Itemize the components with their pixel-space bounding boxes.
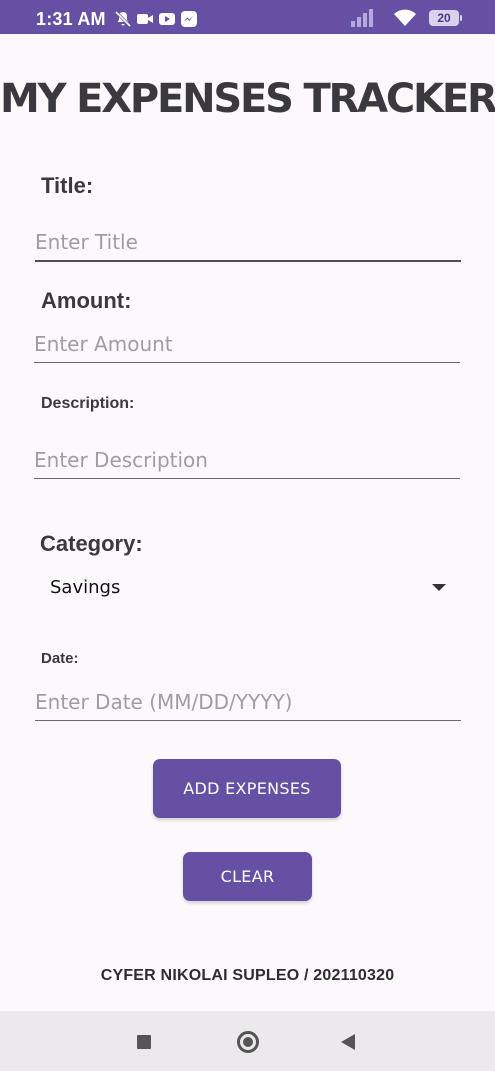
date-input[interactable]: [35, 684, 461, 720]
category-label: Category:: [40, 531, 143, 556]
description-label: Description:: [41, 395, 135, 412]
status-bar: 1:31 AM 20: [0, 0, 495, 34]
clear-button[interactable]: CLEAR: [183, 852, 312, 901]
messenger-icon: [181, 11, 197, 27]
add-expenses-button[interactable]: ADD EXPENSES: [153, 759, 341, 818]
battery-indicator: 20: [429, 10, 462, 26]
title-field[interactable]: [35, 224, 461, 262]
title-input[interactable]: [35, 224, 461, 260]
home-circle-icon[interactable]: [237, 1031, 259, 1053]
system-navigation-bar: [0, 1011, 495, 1071]
mute-icon: [114, 10, 132, 28]
description-field[interactable]: [34, 442, 460, 479]
amount-field[interactable]: [34, 326, 460, 363]
amount-label: Amount:: [41, 288, 132, 313]
youtube-icon: [159, 13, 175, 25]
status-time: 1:31 AM: [36, 9, 106, 29]
category-selected-value: Savings: [50, 577, 121, 598]
wifi-icon: [394, 9, 416, 26]
video-call-icon: [137, 14, 153, 24]
date-label: Date:: [41, 650, 79, 667]
description-input[interactable]: [34, 442, 460, 478]
recents-square-icon[interactable]: [137, 1035, 151, 1049]
dropdown-arrow-icon: [432, 584, 446, 591]
footer-credit: CYFER NIKOLAI SUPLEO / 202110320: [100, 967, 395, 984]
back-triangle-icon[interactable]: [341, 1034, 355, 1050]
amount-input[interactable]: [34, 326, 460, 362]
title-label: Title:: [41, 173, 94, 198]
page-title: MY EXPENSES TRACKER: [0, 76, 495, 122]
category-dropdown[interactable]: Savings: [50, 572, 450, 604]
signal-icon: [351, 9, 373, 27]
date-field[interactable]: [35, 684, 461, 721]
